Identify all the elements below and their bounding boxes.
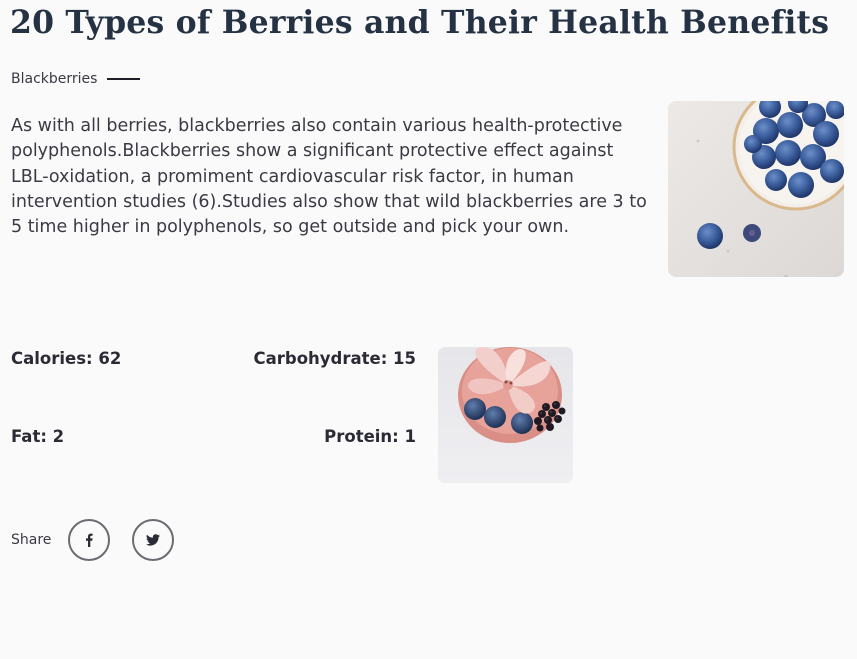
- berry-bowl-image: [438, 347, 573, 483]
- facebook-icon: [86, 533, 94, 547]
- fat-value: Fat: 2: [11, 427, 65, 446]
- calories-value: Calories: 62: [11, 349, 122, 368]
- section-name: Blackberries: [11, 71, 98, 87]
- nutrition-facts: Calories: 62 Carbohydrate: 15 Fat: 2 Pro…: [11, 348, 416, 458]
- section-heading: Blackberries: [11, 71, 141, 87]
- twitter-icon: [146, 534, 161, 546]
- article-title: 20 Types of Berries and Their Health Ben…: [10, 4, 830, 41]
- twitter-share-button[interactable]: [132, 519, 175, 561]
- carbohydrate-value: Carbohydrate: 15: [253, 349, 417, 368]
- blueberries-image: [668, 101, 844, 277]
- section-divider: [107, 78, 141, 80]
- share-label: Share: [11, 532, 52, 548]
- share-bar: Share: [11, 519, 196, 561]
- facebook-share-button[interactable]: [68, 519, 111, 561]
- section-description: As with all berries, blackberries also c…: [11, 116, 647, 238]
- article-page: 20 Types of Berries and Their Health Ben…: [0, 0, 857, 659]
- protein-value: Protein: 1: [324, 427, 416, 446]
